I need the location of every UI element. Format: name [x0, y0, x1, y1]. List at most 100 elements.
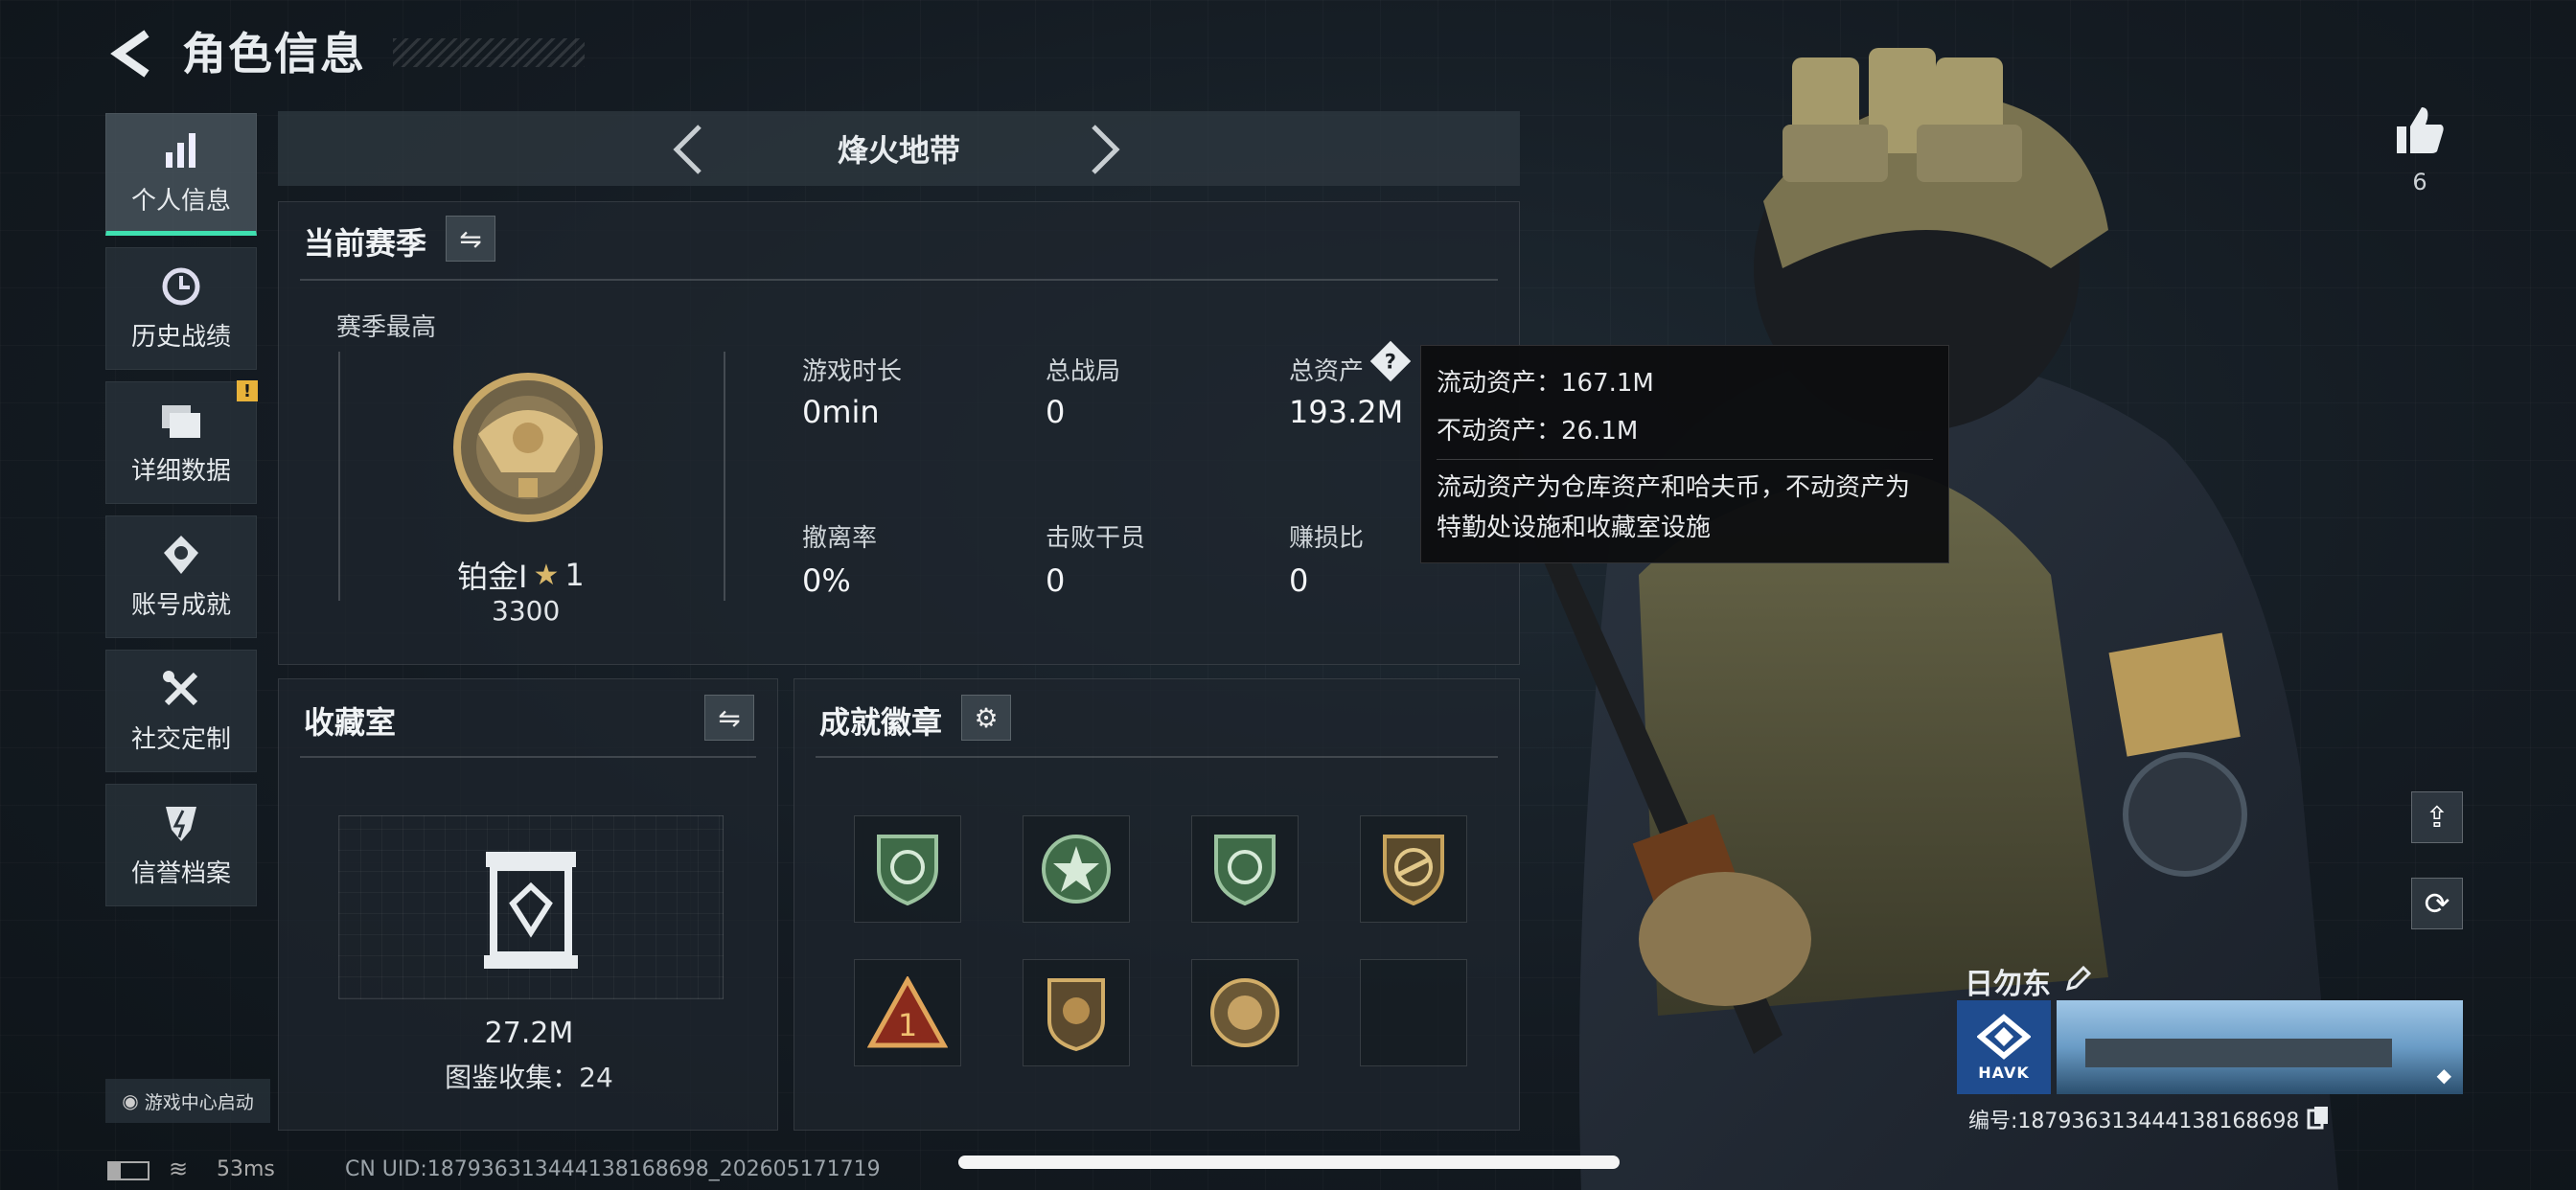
team-logo: HAVK	[1957, 1000, 2051, 1094]
achievements-panel: 成就徽章 ⚙ 1	[794, 678, 1520, 1131]
status-bar: ≋ 53ms CN UID:18793631344413816​8698_202…	[0, 1152, 2576, 1190]
divider	[300, 756, 756, 758]
mode-next-button[interactable]	[1088, 123, 1122, 180]
assets-tooltip: 流动资产：167.1M 不动资产：26.1M 流动资产为仓库资产和哈夫币，不动资…	[1420, 345, 1949, 563]
havk-logo-icon	[1977, 1013, 2031, 1060]
stat-value: 193.2M	[1289, 394, 1404, 430]
nav-item-history[interactable]: 历史战绩	[105, 247, 257, 370]
help-button[interactable]: ?	[1369, 340, 1412, 382]
edit-name-button[interactable]	[2064, 965, 2092, 996]
season-switch-button[interactable]: ⇋	[446, 216, 495, 262]
player-uid-row: 编号:18793631344413816​8698	[1968, 1104, 2330, 1134]
tooltip-liquid-assets: 流动资产：167.1M	[1437, 369, 1654, 398]
share-button[interactable]: ⇪	[2411, 791, 2463, 843]
page-title: 角色信息	[182, 28, 366, 80]
rank-stars: 1	[564, 557, 585, 593]
question-icon: ?	[1384, 349, 1397, 374]
copy-uid-button[interactable]	[2307, 1105, 2330, 1133]
footer-uid: CN UID:18793631344413816​8698_2026051717…	[345, 1157, 881, 1181]
nav-item-detailed-data[interactable]: ! 详细数据	[105, 380, 258, 504]
stat-label: 总战局	[1046, 357, 1121, 386]
divider	[300, 279, 1498, 281]
team-logo-text: HAVK	[1978, 1063, 2030, 1082]
achievement-badge[interactable]: 1	[854, 959, 961, 1066]
back-button[interactable]	[107, 27, 155, 80]
folder-icon	[160, 400, 202, 442]
mode-selector: 烽火地带	[278, 111, 1520, 186]
stat-value: 0	[1289, 562, 1309, 599]
achievement-badge[interactable]	[1191, 959, 1299, 1066]
copy-icon	[2307, 1107, 2329, 1130]
game-center-button[interactable]: ◉ 游戏中心启动	[105, 1079, 270, 1123]
achievement-badge[interactable]	[1191, 815, 1299, 923]
player-uid: 编号:18793631344413816​8698	[1968, 1110, 2300, 1133]
player-banner[interactable]: ◆	[2057, 1000, 2463, 1094]
stat-label: 游戏时长	[802, 357, 903, 386]
thumbs-up-icon	[2397, 107, 2444, 153]
game-center-label: 游戏中心启动	[144, 1091, 254, 1113]
nav-label: 社交定制	[130, 724, 231, 754]
collection-switch-button[interactable]: ⇋	[704, 695, 754, 741]
green-shield-badge-icon	[1214, 835, 1276, 906]
nav-label: 信誉档案	[130, 858, 231, 888]
nav-item-credit[interactable]: 信誉档案	[105, 784, 257, 906]
season-best-label: 赛季最高	[336, 313, 437, 342]
nav-label: 历史战绩	[130, 322, 231, 352]
achievement-badge[interactable]	[1360, 815, 1467, 923]
stat-value: 0	[1046, 562, 1066, 599]
nav-item-achievements[interactable]: 账号成就	[105, 515, 257, 638]
nav-label: 个人信息	[130, 186, 231, 216]
collection-catalog: 图鉴收集：24	[445, 1062, 613, 1093]
mode-prev-button[interactable]	[671, 123, 705, 180]
stat-value: 0min	[802, 394, 880, 430]
chevron-right-icon	[1092, 125, 1120, 174]
gold-round-badge-icon	[1210, 978, 1279, 1047]
achievement-badge[interactable]	[854, 815, 961, 923]
collection-value: 27.2M	[484, 1017, 574, 1050]
share-icon: ⇪	[2425, 800, 2450, 835]
wifi-icon: ≋	[169, 1156, 189, 1182]
divider	[1437, 459, 1933, 460]
gold-gun-badge-icon	[1383, 835, 1444, 906]
nav-label: 账号成就	[130, 590, 231, 620]
rank-row: 铂金Ⅰ ★ 1	[457, 553, 585, 597]
player-name: 日勿东	[1965, 968, 2051, 1001]
back-arrow-icon	[110, 30, 150, 78]
nav-item-social[interactable]: 社交定制	[105, 650, 257, 772]
switch-arrows-icon: ⇋	[718, 701, 741, 734]
battery-icon	[107, 1161, 150, 1180]
empty-badge-slot[interactable]	[1360, 959, 1467, 1066]
achievement-badge[interactable]	[1023, 815, 1130, 923]
warning-badge: !	[237, 380, 258, 401]
pencil-icon	[2065, 965, 2092, 992]
collection-title: 收藏室	[304, 704, 397, 741]
nav-item-personal-info[interactable]: 个人信息	[105, 113, 257, 236]
chevron-left-icon	[673, 125, 702, 174]
refresh-icon: ⟳	[2424, 885, 2450, 922]
home-indicator[interactable]	[958, 1156, 1620, 1169]
ping-value: 53ms	[217, 1157, 275, 1181]
like-count: 6	[2412, 169, 2427, 195]
nav-label: 详细数据	[130, 456, 231, 486]
title-decoration	[393, 38, 585, 67]
green-shield-badge-icon	[877, 835, 938, 906]
platinum-rank-emblem	[453, 373, 603, 522]
achievement-badge[interactable]	[1023, 959, 1130, 1066]
stat-label: 赚损比	[1289, 524, 1365, 553]
like-button[interactable]: 6	[2386, 103, 2453, 195]
season-panel: 当前赛季 ⇋ 赛季最高 铂金Ⅰ ★ 1 3300 游戏时长 0min 总战局 0…	[278, 201, 1520, 665]
refresh-button[interactable]: ⟳	[2411, 878, 2463, 929]
banner-logo-icon: ◆	[2436, 1064, 2451, 1087]
achievement-icon	[160, 534, 202, 576]
clock-icon	[160, 265, 202, 308]
tooltip-description: 流动资产为仓库资产和哈夫币，不动资产为特勤处设施和收藏室设施	[1437, 473, 1911, 542]
badge-settings-button[interactable]: ⚙	[961, 695, 1011, 741]
green-star-badge-icon	[1042, 835, 1111, 904]
season-title: 当前赛季	[304, 225, 427, 262]
achievements-title: 成就徽章	[819, 704, 943, 741]
gold-crest-badge-icon	[1047, 978, 1105, 1052]
display-case-icon	[484, 852, 578, 969]
rank-score: 3300	[492, 595, 561, 627]
switch-arrows-icon: ⇋	[459, 222, 482, 255]
svg-text:1: 1	[898, 1007, 917, 1043]
